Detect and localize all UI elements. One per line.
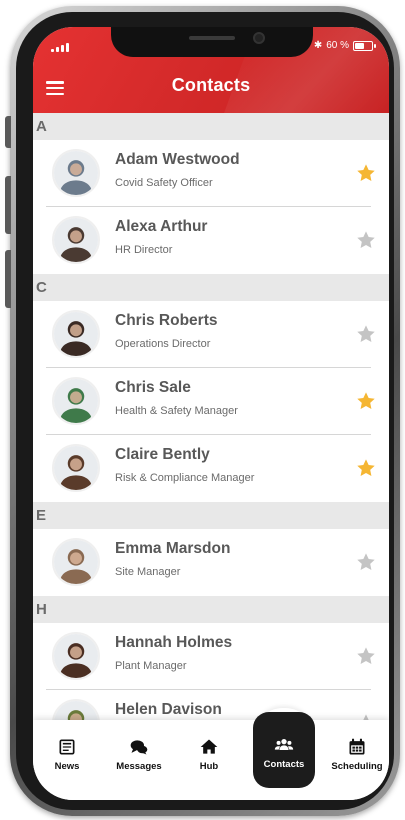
favorite-star-icon[interactable] [355, 162, 377, 184]
volume-up-button [5, 176, 11, 234]
chat-bubbles-icon [129, 737, 149, 757]
favorite-star-icon[interactable] [355, 323, 377, 345]
favorite-star-icon[interactable] [355, 645, 377, 667]
contact-role: Operations Director [115, 338, 211, 350]
contact-row[interactable]: Claire Bently Risk & Compliance Manager [33, 435, 389, 502]
contact-row[interactable]: Chris Sale Health & Safety Manager [33, 368, 389, 435]
contact-row[interactable]: Alexa Arthur HR Director [33, 207, 389, 274]
calendar-icon [347, 737, 367, 757]
contact-name: Chris Sale [115, 379, 191, 396]
contact-role: HR Director [115, 244, 173, 256]
battery-percent: 60 % [326, 40, 349, 51]
contact-name: Hannah Holmes [115, 634, 233, 651]
contact-row[interactable]: Emma Marsdon Site Manager [33, 529, 389, 596]
contact-name: Emma Marsdon [115, 540, 231, 557]
signal-icon [51, 43, 69, 52]
contact-role: Risk & Compliance Manager [115, 472, 255, 484]
contact-avatar [52, 538, 100, 586]
home-icon [199, 737, 219, 757]
nav-tab-label: News [54, 761, 80, 772]
contact-role: Covid Safety Officer [115, 177, 213, 189]
battery-icon [353, 40, 376, 51]
contact-avatar [52, 444, 100, 492]
contact-name: Adam Westwood [115, 151, 240, 168]
section-header-c: C [33, 274, 389, 301]
nav-tab-label: Hub [199, 761, 219, 772]
bluetooth-icon: ✱ [313, 40, 323, 51]
speaker-grille [189, 36, 235, 40]
status-indicators: ✱ 60 % [313, 40, 376, 51]
battery-fill [355, 42, 364, 49]
contact-name: Chris Roberts [115, 312, 218, 329]
favorite-star-icon[interactable] [355, 551, 377, 573]
contact-name: Alexa Arthur [115, 218, 208, 235]
app-header: ✱ 60 % Contacts [33, 27, 389, 127]
section-header-a: A [33, 113, 389, 140]
contact-row[interactable]: Adam Westwood Covid Safety Officer [33, 140, 389, 207]
contact-avatar [52, 310, 100, 358]
favorite-star-icon[interactable] [355, 390, 377, 412]
newspaper-icon [57, 737, 77, 757]
nav-tab-contacts[interactable]: Contacts [253, 712, 315, 788]
contact-list[interactable]: A Adam Westwood Covid Safety Officer Alexa … [33, 113, 389, 757]
mute-switch [5, 116, 11, 148]
nav-tab-messages[interactable]: Messages [111, 720, 167, 800]
nav-tab-label: Contacts [263, 759, 305, 770]
bottom-navigation: News Messages Hub Contacts Scheduling [33, 712, 389, 800]
contact-name: Claire Bently [115, 446, 210, 463]
nav-tab-news[interactable]: News [43, 720, 91, 800]
contact-row[interactable]: Hannah Holmes Plant Manager [33, 623, 389, 690]
contact-avatar [52, 377, 100, 425]
section-header-e: E [33, 502, 389, 529]
people-icon [274, 735, 294, 755]
contact-role: Health & Safety Manager [115, 405, 238, 417]
phone-notch [111, 27, 313, 57]
contact-row[interactable]: Chris Roberts Operations Director [33, 301, 389, 368]
nav-tab-scheduling[interactable]: Scheduling [325, 720, 389, 800]
favorite-star-icon[interactable] [355, 457, 377, 479]
camera-icon [253, 32, 265, 44]
nav-tab-label: Messages [116, 761, 162, 772]
contact-avatar [52, 216, 100, 264]
section-header-h: H [33, 596, 389, 623]
nav-tab-hub[interactable]: Hub [185, 720, 233, 800]
contact-name: Helen Davison [115, 701, 222, 718]
contact-avatar [52, 149, 100, 197]
page-title: Contacts [171, 75, 251, 95]
contact-role: Site Manager [115, 566, 181, 578]
volume-down-button [5, 250, 11, 308]
contact-avatar [52, 632, 100, 680]
favorite-star-icon[interactable] [355, 229, 377, 251]
app-screen: ✱ 60 % Contacts A Adam Westwood Covid Safe… [33, 27, 389, 800]
nav-tab-label: Scheduling [331, 761, 383, 772]
contact-role: Plant Manager [115, 660, 187, 672]
